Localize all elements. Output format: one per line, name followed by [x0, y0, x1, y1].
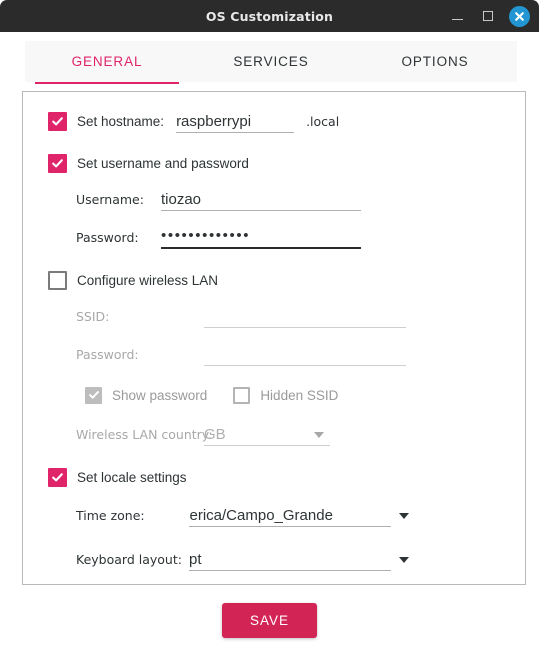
hostname-row: Set hostname: raspberrypi .local [48, 106, 525, 136]
set-user-label: Set username and password [77, 155, 249, 171]
tab-services-label: SERVICES [233, 54, 309, 69]
configure-wireless-checkbox[interactable] [48, 270, 67, 290]
keyboard-label: Keyboard layout: [76, 551, 182, 567]
chevron-down-icon [399, 557, 409, 563]
password-row: Password: ••••••••••••• [76, 223, 525, 251]
hostname-value: raspberrypi [176, 113, 252, 130]
tab-general[interactable]: GENERAL [25, 41, 189, 84]
keyboard-select[interactable]: pt [189, 547, 391, 571]
set-hostname-checkbox[interactable] [48, 111, 67, 131]
keyboard-value: pt [189, 551, 202, 568]
username-input[interactable]: tiozao [161, 187, 361, 211]
hidden-ssid-label: Hidden SSID [260, 387, 339, 403]
maximize-icon[interactable] [479, 8, 496, 25]
set-locale-checkbox[interactable] [48, 467, 67, 487]
minimize-icon[interactable] [449, 8, 466, 25]
tab-options-label: OPTIONS [401, 54, 469, 69]
wireless-toggles-row: Show password Hidden SSID [85, 382, 525, 408]
username-label: Username: [76, 191, 144, 207]
wireless-country-select[interactable]: GB [204, 422, 330, 446]
hostname-suffix: .local [306, 113, 340, 129]
wireless-country-value: GB [204, 426, 226, 443]
password-label: Password: [76, 229, 139, 245]
chevron-down-icon [399, 513, 409, 519]
show-password-checkbox[interactable] [85, 386, 102, 404]
window-titlebar: OS Customization [0, 0, 539, 32]
footer: SAVE [0, 603, 539, 638]
locale-row: Set locale settings [48, 462, 525, 492]
set-locale-label: Set locale settings [77, 469, 187, 485]
wireless-password-input[interactable] [204, 342, 406, 366]
password-input[interactable]: ••••••••••••• [161, 225, 361, 249]
timezone-label: Time zone: [76, 507, 145, 523]
wireless-country-row: Wireless LAN country: GB [76, 420, 525, 448]
password-value: ••••••••••••• [161, 227, 251, 244]
show-password-label: Show password [112, 387, 208, 403]
hidden-ssid-checkbox[interactable] [233, 386, 251, 404]
wireless-password-label: Password: [76, 346, 139, 362]
window-title: OS Customization [205, 8, 334, 24]
chevron-down-icon [314, 432, 324, 438]
hostname-input[interactable]: raspberrypi [176, 109, 295, 133]
wireless-country-label: Wireless LAN country: [76, 426, 213, 442]
username-row: Username: tiozao [76, 185, 525, 213]
close-icon[interactable] [509, 5, 530, 27]
tab-services[interactable]: SERVICES [189, 41, 353, 82]
tabbar: GENERAL SERVICES OPTIONS [25, 41, 517, 84]
configure-wireless-label: Configure wireless LAN [77, 272, 219, 288]
tabbar-container: GENERAL SERVICES OPTIONS [0, 32, 539, 84]
keyboard-row: Keyboard layout: pt [76, 544, 525, 574]
settings-panel: Set hostname: raspberrypi .local Set use… [22, 91, 526, 585]
keyboard-caret-wrap[interactable] [391, 547, 415, 571]
timezone-caret-wrap[interactable] [391, 503, 415, 527]
timezone-row: Time zone: America/Campo_Grande [76, 500, 525, 530]
ssid-label: SSID: [76, 308, 110, 324]
username-value: tiozao [161, 191, 202, 208]
window-controls [449, 0, 530, 32]
set-user-checkbox[interactable] [48, 153, 67, 173]
timezone-select[interactable]: America/Campo_Grande [189, 503, 391, 527]
ssid-row: SSID: [76, 302, 525, 330]
wireless-password-row: Password: [76, 340, 525, 368]
user-row: Set username and password [48, 148, 525, 178]
save-button[interactable]: SAVE [221, 603, 317, 638]
tab-general-label: GENERAL [71, 54, 143, 69]
set-hostname-label: Set hostname: [77, 113, 165, 129]
tab-options[interactable]: OPTIONS [353, 41, 517, 82]
timezone-value: America/Campo_Grande [189, 507, 333, 524]
ssid-input[interactable] [204, 304, 406, 328]
wireless-row: Configure wireless LAN [48, 265, 525, 295]
